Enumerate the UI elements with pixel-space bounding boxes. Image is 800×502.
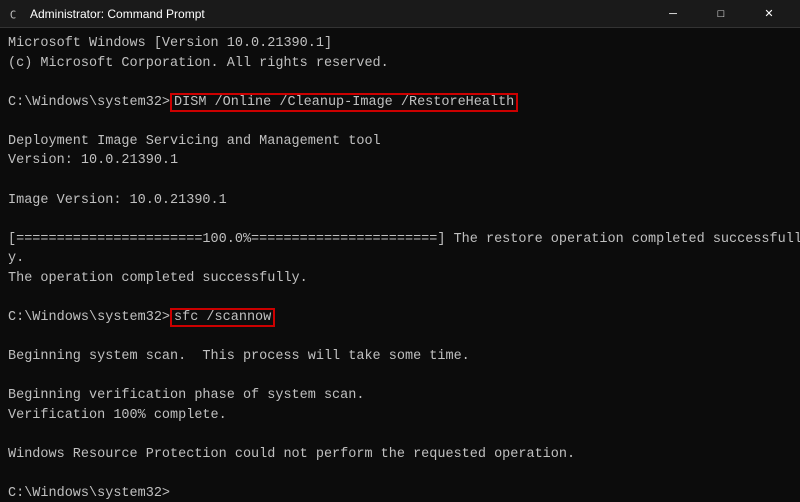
minimize-button[interactable]: ─: [650, 0, 696, 28]
console-line: C:\Windows\system32>: [8, 484, 792, 502]
title-bar-text: Administrator: Command Prompt: [30, 7, 644, 21]
prompt-text: C:\Windows\system32>: [8, 95, 170, 110]
console-line: The operation completed successfully.: [8, 269, 792, 289]
console-line: (c) Microsoft Corporation. All rights re…: [8, 54, 792, 74]
maximize-button[interactable]: □: [698, 0, 744, 28]
console-line: C:\Windows\system32>DISM /Online /Cleanu…: [8, 93, 792, 113]
console-line: [8, 210, 792, 230]
console-line: [8, 464, 792, 484]
cmd-icon: C: [8, 6, 24, 22]
console-line: [=======================100.0%==========…: [8, 230, 792, 250]
console-line: [8, 171, 792, 191]
highlighted-command: DISM /Online /Cleanup-Image /RestoreHeal…: [170, 93, 518, 112]
title-bar: C Administrator: Command Prompt ─ □ ✕: [0, 0, 800, 28]
console-line: Beginning verification phase of system s…: [8, 386, 792, 406]
console-line: [8, 367, 792, 387]
console-line: [8, 288, 792, 308]
console-line: Image Version: 10.0.21390.1: [8, 191, 792, 211]
console-line: Version: 10.0.21390.1: [8, 151, 792, 171]
console-line: [8, 425, 792, 445]
console-line: [8, 327, 792, 347]
console-line: Verification 100% complete.: [8, 406, 792, 426]
console-line: [8, 112, 792, 132]
highlighted-command: sfc /scannow: [170, 308, 275, 327]
console-body: Microsoft Windows [Version 10.0.21390.1]…: [0, 28, 800, 502]
console-line: Deployment Image Servicing and Managemen…: [8, 132, 792, 152]
prompt-text: C:\Windows\system32>: [8, 486, 170, 501]
console-line: C:\Windows\system32>sfc /scannow: [8, 308, 792, 328]
svg-text:C: C: [10, 9, 16, 21]
close-button[interactable]: ✕: [746, 0, 792, 28]
console-line: [8, 73, 792, 93]
title-bar-controls: ─ □ ✕: [650, 0, 792, 28]
console-line: y.: [8, 249, 792, 269]
console-line: Beginning system scan. This process will…: [8, 347, 792, 367]
console-line: Windows Resource Protection could not pe…: [8, 445, 792, 465]
prompt-text: C:\Windows\system32>: [8, 310, 170, 325]
console-line: Microsoft Windows [Version 10.0.21390.1]: [8, 34, 792, 54]
